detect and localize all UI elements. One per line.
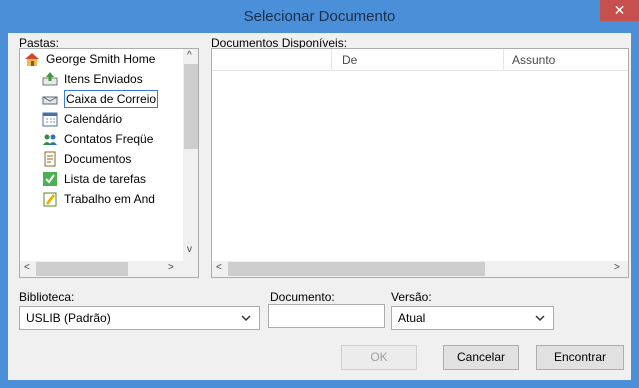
chevron-down-icon: [241, 315, 251, 322]
ok-button[interactable]: OK: [341, 345, 417, 370]
mailbox-icon: [42, 96, 58, 105]
column-header-subject[interactable]: Assunto: [504, 49, 628, 71]
document-input[interactable]: [268, 304, 385, 328]
tree-item-label: Caixa de Correio: [64, 90, 159, 108]
tree-item-sent[interactable]: Itens Enviados: [42, 69, 182, 89]
sent-items-icon: [42, 72, 58, 86]
folder-tree[interactable]: George Smith Home Itens Enviados Caixa d…: [19, 48, 199, 278]
tree-item-label: Calendário: [64, 112, 123, 126]
library-label: Biblioteca:: [19, 290, 75, 304]
column-header-from[interactable]: De: [332, 49, 504, 71]
tree-item-work-in-progress[interactable]: Trabalho em And: [42, 189, 182, 209]
library-select[interactable]: USLIB (Padrão): [19, 306, 260, 330]
scroll-right-icon[interactable]: >: [614, 262, 620, 273]
tree-horizontal-scroll-thumb[interactable]: [36, 262, 128, 276]
tree-item-label: Trabalho em And: [64, 192, 155, 206]
tree-item-label: Lista de tarefas: [64, 172, 147, 186]
column-header-blank[interactable]: [212, 49, 332, 71]
list-horizontal-scrollbar[interactable]: < >: [212, 261, 628, 277]
chevron-down-icon: [535, 315, 545, 322]
documents-list[interactable]: De Assunto < >: [211, 48, 629, 278]
window-title: Selecionar Documento: [243, 8, 396, 25]
tree-item-tasks[interactable]: Lista de tarefas: [42, 169, 182, 189]
tree-item-label: Itens Enviados: [64, 72, 143, 86]
tasks-icon: [43, 172, 57, 186]
list-horizontal-scroll-thumb[interactable]: [228, 262, 485, 276]
cancel-button[interactable]: Cancelar: [443, 345, 519, 370]
tree-item-contacts[interactable]: Contatos Freqüe: [42, 129, 182, 149]
scroll-left-icon[interactable]: <: [216, 262, 222, 273]
home-icon: [25, 53, 39, 66]
tree-vertical-scrollbar[interactable]: ^ v: [183, 49, 198, 261]
tree-item-label: Contatos Freqüe: [64, 132, 154, 146]
title-bar: Selecionar Documento ✕: [0, 0, 639, 33]
tree-item-documents[interactable]: Documentos: [42, 149, 182, 169]
contacts-icon: [43, 134, 57, 145]
close-icon: ✕: [613, 2, 626, 18]
scroll-right-icon[interactable]: >: [168, 262, 174, 273]
find-button[interactable]: Encontrar: [536, 345, 624, 370]
tree-horizontal-scrollbar[interactable]: < >: [20, 261, 183, 277]
version-select[interactable]: Atual: [391, 306, 554, 330]
calendar-icon: [42, 112, 58, 127]
tree-item-label: Documentos: [64, 152, 132, 166]
close-button[interactable]: ✕: [600, 0, 639, 21]
scroll-left-icon[interactable]: <: [24, 262, 30, 273]
tree-item-mailbox[interactable]: Caixa de Correio: [42, 89, 182, 109]
scrollbar-corner: [183, 261, 198, 277]
tree-vertical-scroll-thumb[interactable]: [184, 64, 198, 149]
document-label: Documento:: [270, 290, 335, 304]
tree-item-calendar[interactable]: Calendário: [42, 109, 182, 129]
version-value: Atual: [398, 311, 426, 325]
scroll-up-icon[interactable]: ^: [187, 50, 192, 61]
work-in-progress-icon: [43, 192, 57, 207]
version-label: Versão:: [391, 290, 432, 304]
tree-item-label: George Smith Home: [46, 52, 156, 66]
documents-icon: [44, 151, 56, 167]
library-value: USLIB (Padrão): [26, 311, 111, 325]
scroll-down-icon[interactable]: v: [187, 244, 192, 255]
tree-item-home[interactable]: George Smith Home: [24, 49, 182, 69]
